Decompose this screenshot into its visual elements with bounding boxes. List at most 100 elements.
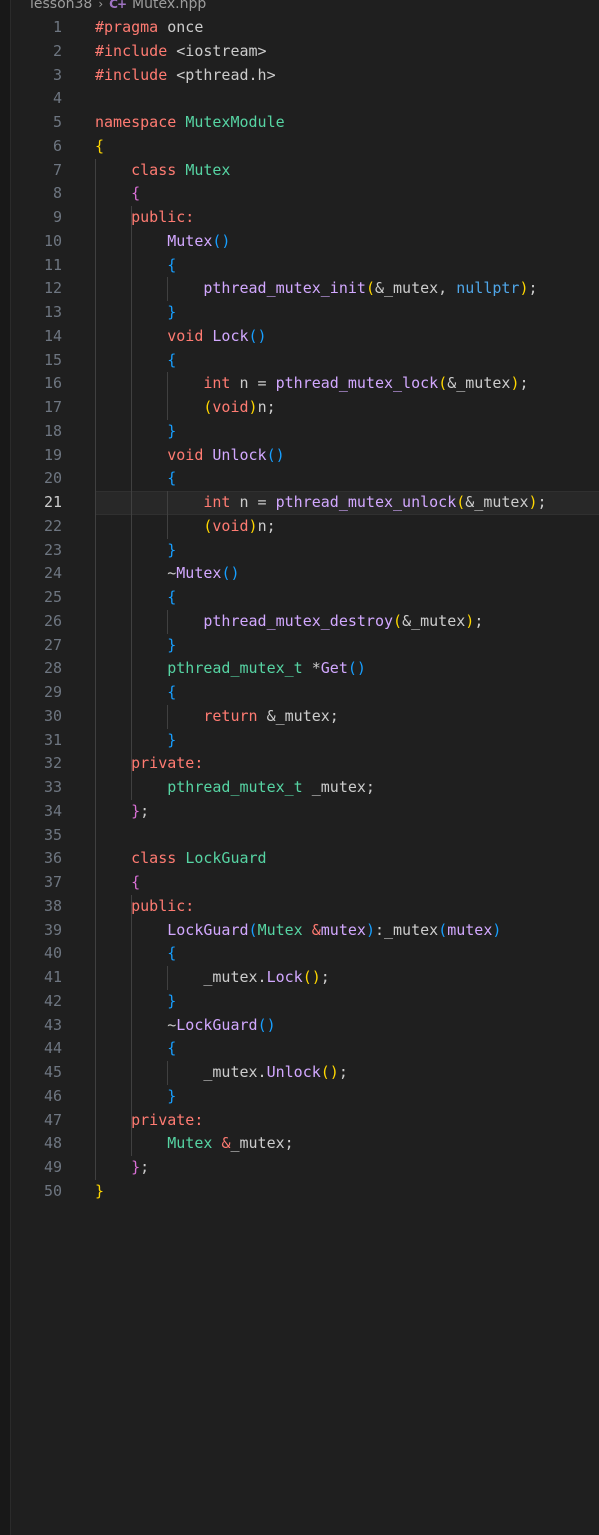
code-line[interactable]: 29 { bbox=[11, 681, 599, 705]
code-text[interactable]: } bbox=[95, 1085, 176, 1109]
code-line[interactable]: 31 } bbox=[11, 729, 599, 753]
code-line[interactable]: 34 }; bbox=[11, 800, 599, 824]
line-number[interactable]: 16 bbox=[11, 372, 62, 396]
line-number[interactable]: 1 bbox=[11, 16, 62, 40]
code-line[interactable]: 20 { bbox=[11, 467, 599, 491]
line-number[interactable]: 40 bbox=[11, 942, 62, 966]
line-number[interactable]: 31 bbox=[11, 729, 62, 753]
code-text[interactable]: { bbox=[95, 254, 176, 278]
code-editor[interactable]: lesson38 › C+ Mutex.hpp 1 #pragma once 2 #i… bbox=[11, 0, 599, 1535]
code-text[interactable]: { bbox=[95, 467, 176, 491]
line-number[interactable]: 18 bbox=[11, 420, 62, 444]
line-number[interactable]: 43 bbox=[11, 1014, 62, 1038]
line-number[interactable]: 7 bbox=[11, 159, 62, 183]
code-text[interactable]: int n = pthread_mutex_unlock(&_mutex); bbox=[95, 491, 546, 515]
code-line[interactable]: 36 class LockGuard bbox=[11, 847, 599, 871]
line-number[interactable]: 15 bbox=[11, 349, 62, 373]
code-line[interactable]: 45 _mutex.Unlock(); bbox=[11, 1061, 599, 1085]
line-number[interactable]: 39 bbox=[11, 919, 62, 943]
line-number[interactable]: 35 bbox=[11, 824, 62, 848]
code-text[interactable]: Mutex() bbox=[95, 230, 230, 254]
code-text[interactable]: namespace MutexModule bbox=[95, 111, 285, 135]
code-line[interactable]: 12 pthread_mutex_init(&_mutex, nullptr); bbox=[11, 277, 599, 301]
code-text[interactable]: pthread_mutex_t _mutex; bbox=[95, 776, 375, 800]
code-text[interactable]: LockGuard(Mutex &mutex):_mutex(mutex) bbox=[95, 919, 501, 943]
code-line[interactable]: 28 pthread_mutex_t *Get() bbox=[11, 657, 599, 681]
line-number[interactable]: 36 bbox=[11, 847, 62, 871]
code-line[interactable]: 39 LockGuard(Mutex &mutex):_mutex(mutex) bbox=[11, 919, 599, 943]
code-line[interactable]: 21 int n = pthread_mutex_unlock(&_mutex)… bbox=[11, 491, 599, 515]
code-text[interactable]: { bbox=[95, 681, 176, 705]
code-line[interactable]: 25 { bbox=[11, 586, 599, 610]
code-line[interactable]: 26 pthread_mutex_destroy(&_mutex); bbox=[11, 610, 599, 634]
code-text[interactable]: int n = pthread_mutex_lock(&_mutex); bbox=[95, 372, 528, 396]
code-line[interactable]: 9 public: bbox=[11, 206, 599, 230]
code-line[interactable]: 16 int n = pthread_mutex_lock(&_mutex); bbox=[11, 372, 599, 396]
code-text[interactable]: { bbox=[95, 182, 140, 206]
breadcrumb-folder[interactable]: lesson38 bbox=[30, 0, 92, 12]
line-number[interactable]: 12 bbox=[11, 277, 62, 301]
code-text[interactable]: public: bbox=[95, 895, 194, 919]
code-line[interactable]: 19 void Unlock() bbox=[11, 444, 599, 468]
line-number[interactable]: 44 bbox=[11, 1037, 62, 1061]
code-line[interactable]: 11 { bbox=[11, 254, 599, 278]
code-line[interactable]: 38 public: bbox=[11, 895, 599, 919]
code-line[interactable]: 42 } bbox=[11, 990, 599, 1014]
code-text[interactable]: _mutex.Unlock(); bbox=[95, 1061, 348, 1085]
line-number[interactable]: 25 bbox=[11, 586, 62, 610]
line-number[interactable]: 34 bbox=[11, 800, 62, 824]
code-text[interactable]: pthread_mutex_t *Get() bbox=[95, 657, 366, 681]
code-line[interactable]: 46 } bbox=[11, 1085, 599, 1109]
code-text[interactable]: pthread_mutex_init(&_mutex, nullptr); bbox=[95, 277, 537, 301]
line-number[interactable]: 9 bbox=[11, 206, 62, 230]
code-line[interactable]: 8 { bbox=[11, 182, 599, 206]
line-number[interactable]: 42 bbox=[11, 990, 62, 1014]
code-line[interactable]: 17 (void)n; bbox=[11, 396, 599, 420]
code-line[interactable]: 3 #include <pthread.h> bbox=[11, 64, 599, 88]
code-line[interactable]: 22 (void)n; bbox=[11, 515, 599, 539]
code-line[interactable]: 41 _mutex.Lock(); bbox=[11, 966, 599, 990]
line-number[interactable]: 29 bbox=[11, 681, 62, 705]
code-line[interactable]: 50} bbox=[11, 1180, 599, 1204]
line-number[interactable]: 22 bbox=[11, 515, 62, 539]
line-number[interactable]: 37 bbox=[11, 871, 62, 895]
line-number[interactable]: 45 bbox=[11, 1061, 62, 1085]
code-text[interactable]: } bbox=[95, 990, 176, 1014]
code-text[interactable]: } bbox=[95, 634, 176, 658]
code-text[interactable]: ~Mutex() bbox=[95, 562, 239, 586]
code-line[interactable]: 35 bbox=[11, 824, 599, 848]
code-line[interactable]: 43 ~LockGuard() bbox=[11, 1014, 599, 1038]
code-text[interactable]: { bbox=[95, 349, 176, 373]
line-number[interactable]: 30 bbox=[11, 705, 62, 729]
line-number[interactable]: 26 bbox=[11, 610, 62, 634]
code-area[interactable]: 1 #pragma once 2 #include <iostream> 3 #inclu… bbox=[11, 16, 599, 1204]
code-text[interactable]: void Unlock() bbox=[95, 444, 284, 468]
code-line[interactable]: 15 { bbox=[11, 349, 599, 373]
line-number[interactable]: 21 bbox=[11, 491, 62, 515]
code-text[interactable]: { bbox=[95, 1037, 176, 1061]
code-line[interactable]: 10 Mutex() bbox=[11, 230, 599, 254]
code-text[interactable]: } bbox=[95, 539, 176, 563]
line-number[interactable]: 28 bbox=[11, 657, 62, 681]
code-text[interactable]: } bbox=[95, 420, 176, 444]
code-line[interactable]: 5 namespace MutexModule bbox=[11, 111, 599, 135]
line-number[interactable]: 11 bbox=[11, 254, 62, 278]
code-line[interactable]: 47 private: bbox=[11, 1109, 599, 1133]
code-line[interactable]: 44 { bbox=[11, 1037, 599, 1061]
code-text[interactable]: private: bbox=[95, 1109, 203, 1133]
code-text[interactable]: } bbox=[95, 1180, 104, 1204]
code-line[interactable]: 24 ~Mutex() bbox=[11, 562, 599, 586]
code-line[interactable]: 18 } bbox=[11, 420, 599, 444]
line-number[interactable]: 10 bbox=[11, 230, 62, 254]
code-line[interactable]: 2 #include <iostream> bbox=[11, 40, 599, 64]
line-number[interactable]: 41 bbox=[11, 966, 62, 990]
code-line[interactable]: 30 return &_mutex; bbox=[11, 705, 599, 729]
code-text[interactable]: (void)n; bbox=[95, 396, 275, 420]
code-text[interactable]: class LockGuard bbox=[95, 847, 266, 871]
code-text[interactable]: #pragma once bbox=[95, 16, 203, 40]
code-text[interactable]: }; bbox=[95, 1156, 149, 1180]
line-number[interactable]: 8 bbox=[11, 182, 62, 206]
code-line[interactable]: 33 pthread_mutex_t _mutex; bbox=[11, 776, 599, 800]
code-line[interactable]: 32 private: bbox=[11, 752, 599, 776]
line-number[interactable]: 2 bbox=[11, 40, 62, 64]
